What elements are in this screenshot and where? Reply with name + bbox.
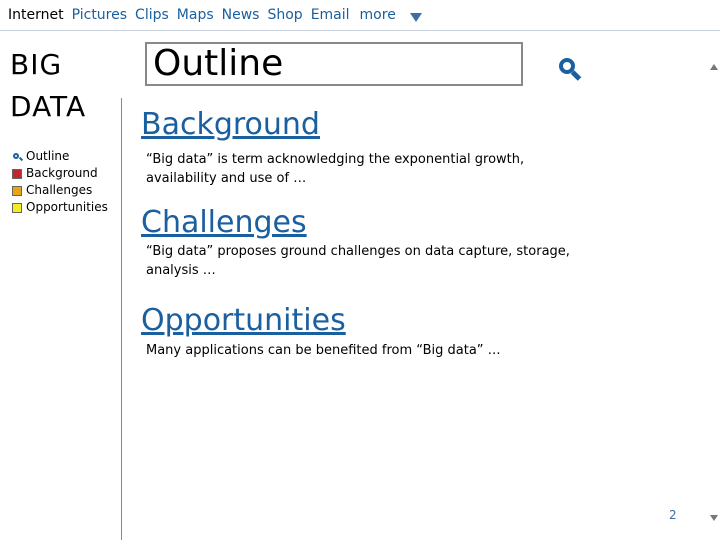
toc-item-label: Challenges	[26, 183, 93, 197]
search-icon[interactable]	[559, 58, 583, 82]
toc-item-outline[interactable]: Outline	[12, 148, 108, 165]
orange-square-icon	[12, 185, 22, 196]
scroll-up-arrow-icon[interactable]	[710, 64, 718, 70]
yellow-square-icon	[12, 202, 22, 213]
nav-news[interactable]: News	[222, 7, 260, 23]
toc-item-label: Outline	[26, 149, 70, 163]
section-heading-background[interactable]: Background	[141, 107, 320, 143]
divider	[121, 98, 122, 540]
toc-item-background[interactable]: Background	[12, 165, 108, 182]
nav-email[interactable]: Email	[311, 7, 350, 23]
nav-pictures[interactable]: Pictures	[72, 7, 127, 23]
section-text-challenges: “Big data” proposes ground challenges on…	[146, 244, 570, 278]
toc-item-label: Background	[26, 166, 98, 180]
toc-item-challenges[interactable]: Challenges	[12, 182, 108, 199]
nav-internet[interactable]: Internet	[8, 7, 64, 23]
top-nav-bar: Internet Pictures Clips Maps News Shop E…	[0, 0, 720, 31]
search-input[interactable]: Outline	[145, 42, 523, 86]
section-heading-opportunities[interactable]: Opportunities	[141, 303, 346, 339]
section-heading-challenges[interactable]: Challenges	[141, 205, 307, 241]
toc-item-opportunities[interactable]: Opportunities	[12, 199, 108, 216]
nav-shop[interactable]: Shop	[267, 7, 302, 23]
scroll-down-arrow-icon[interactable]	[710, 515, 718, 521]
page-number: 2	[669, 508, 677, 522]
magnifier-icon	[12, 152, 24, 162]
nav-more[interactable]: more	[360, 7, 396, 23]
section-text-opportunities: Many applications can be benefited from …	[146, 343, 501, 358]
dropdown-arrow-icon[interactable]	[409, 12, 422, 22]
nav-maps[interactable]: Maps	[177, 7, 214, 23]
brand-line-2: DATA	[10, 90, 87, 123]
side-toc: Outline Background Challenges Opportunit…	[12, 148, 108, 216]
brand-line-1: BIG	[10, 48, 63, 81]
nav-clips[interactable]: Clips	[135, 7, 169, 23]
section-text-background: “Big data” is term acknowledging the exp…	[146, 152, 525, 186]
brand-title: BIG DATA	[10, 44, 86, 128]
red-square-icon	[12, 168, 22, 179]
toc-item-label: Opportunities	[26, 200, 108, 214]
